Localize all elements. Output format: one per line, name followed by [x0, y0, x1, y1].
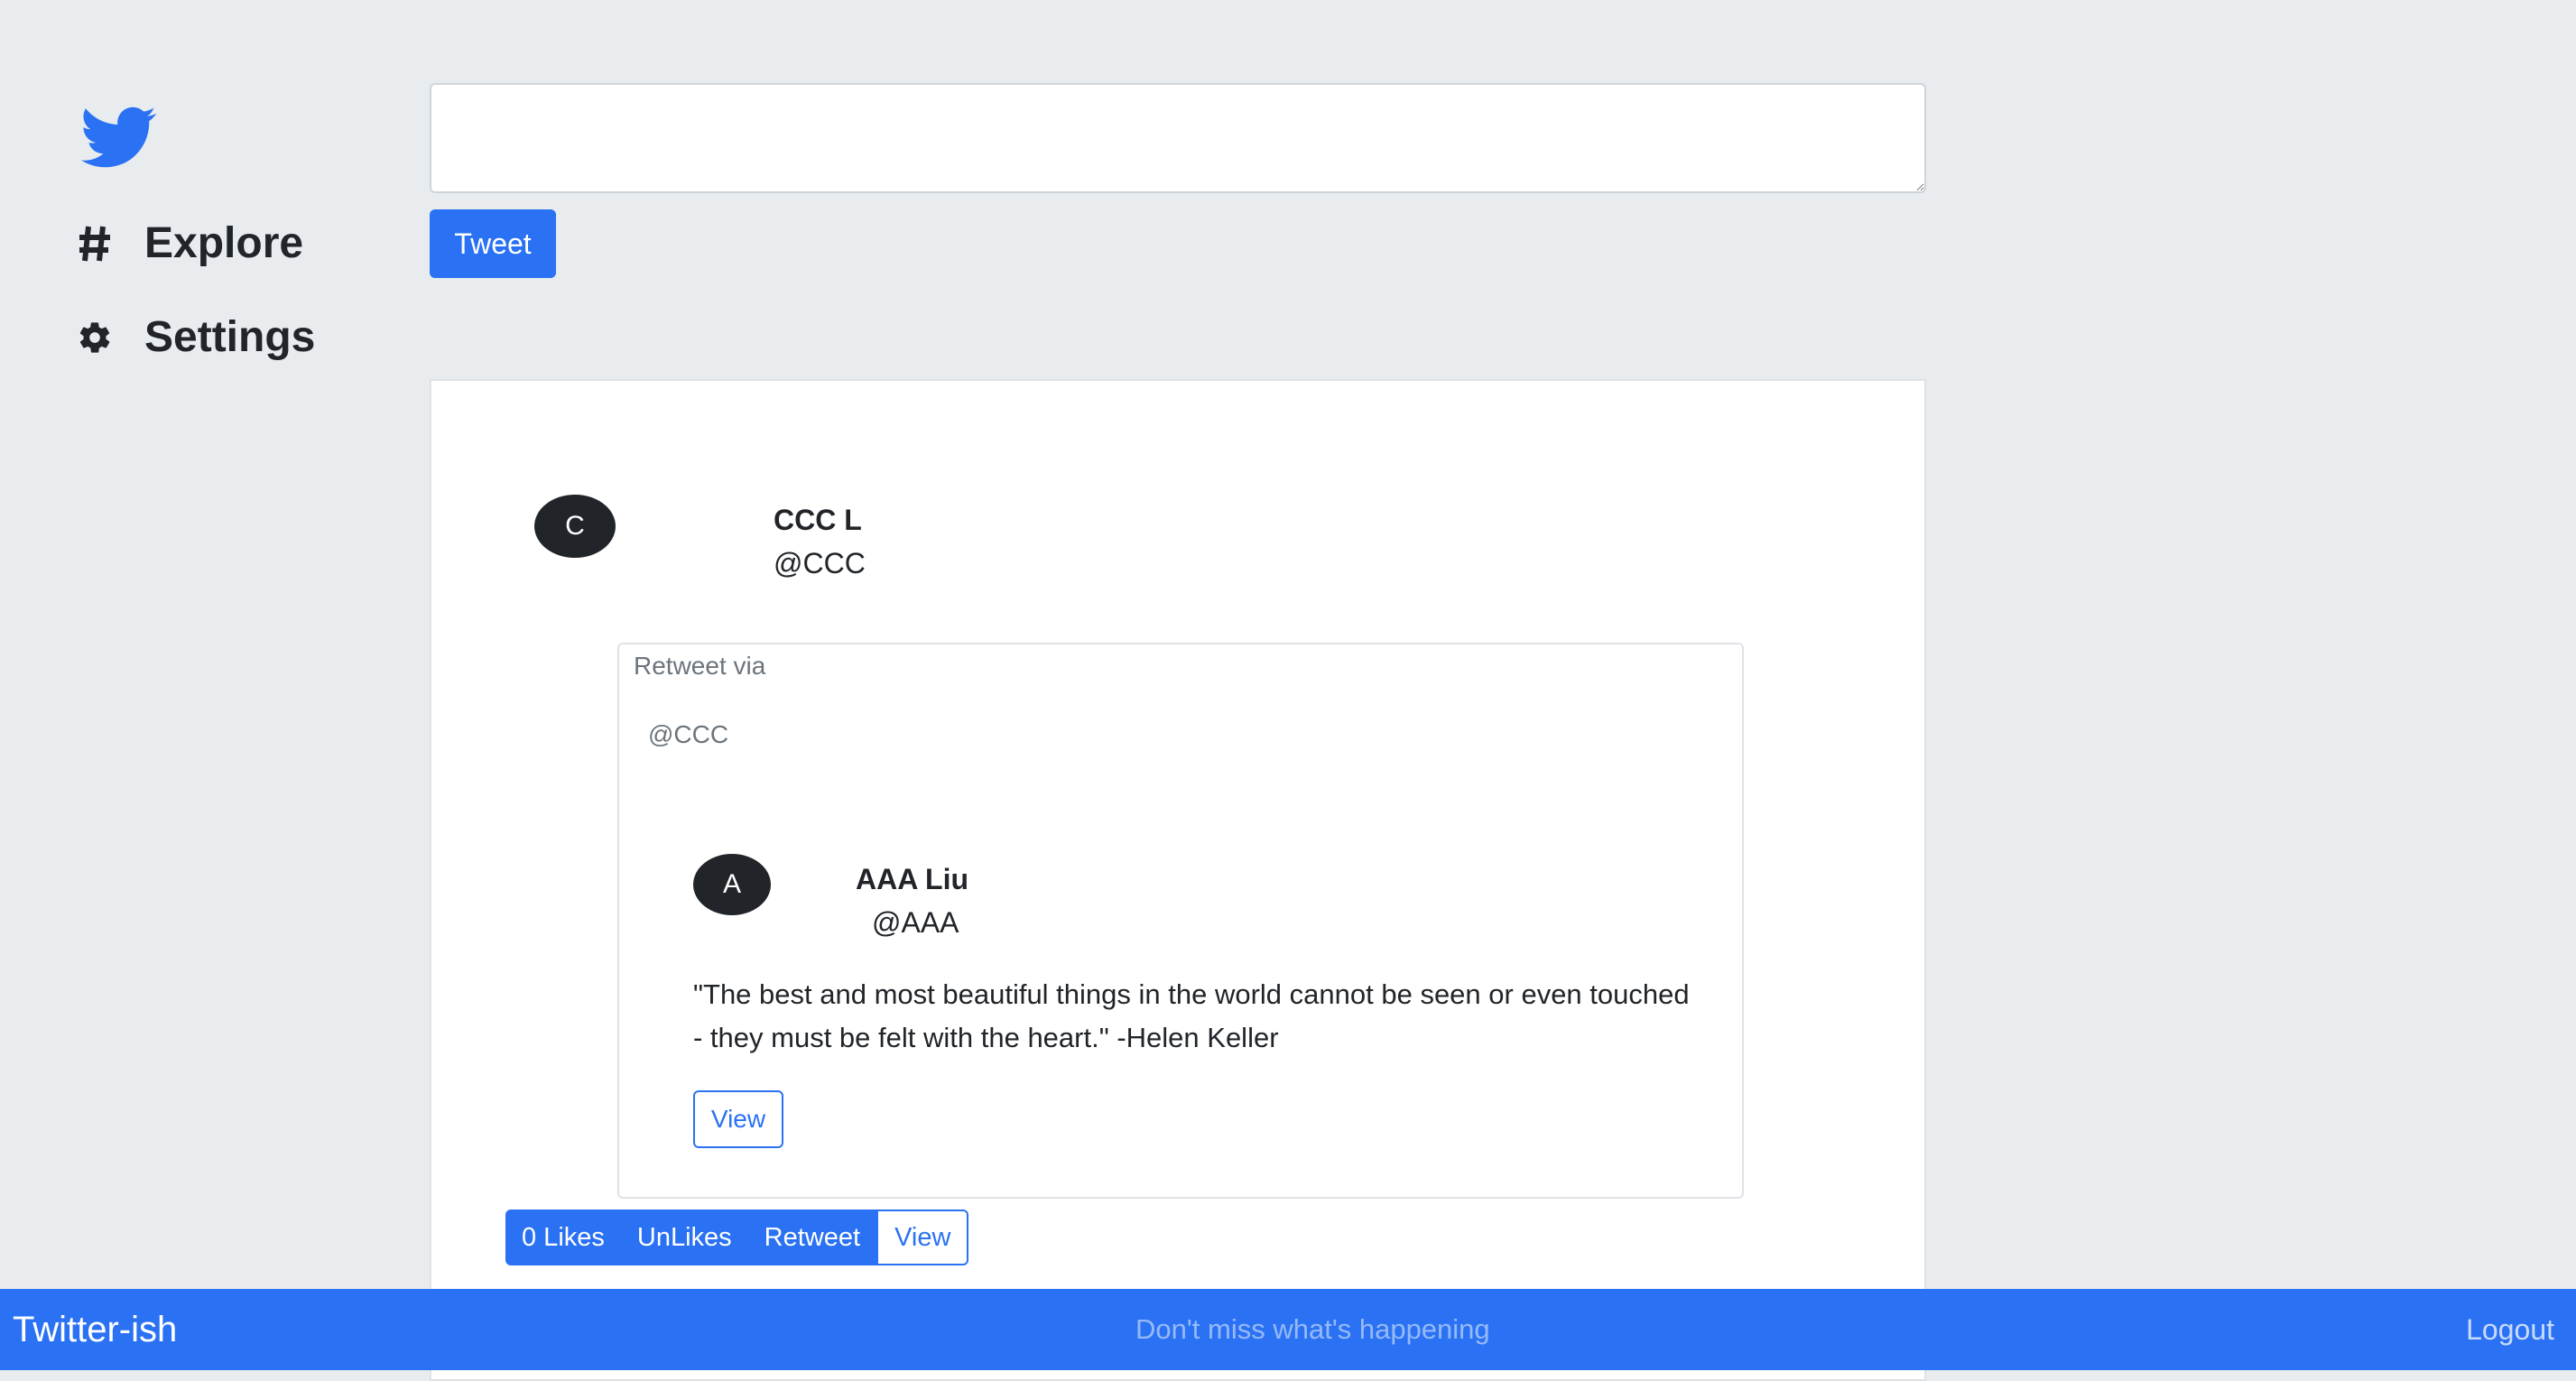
twitter-bird-icon	[81, 107, 157, 168]
sidebar-item-label: Explore	[144, 219, 304, 267]
tweet-actions: 0 Likes UnLikes Retweet View	[505, 1210, 969, 1265]
view-button[interactable]: View	[876, 1210, 969, 1265]
sidebar-item-settings[interactable]: Settings	[76, 312, 315, 362]
twitter-logo-icon[interactable]	[76, 99, 162, 175]
gear-icon	[76, 319, 114, 357]
logout-link[interactable]: Logout	[2466, 1313, 2563, 1347]
tweet-composer-input[interactable]	[430, 83, 1926, 193]
original-user-name: AAA Liu	[856, 863, 969, 895]
tweet-card: C CCC L @CCC Retweet via @CCC A AAA Liu …	[430, 379, 1926, 1381]
user-name: CCC L	[774, 504, 862, 536]
tweet-button[interactable]: Tweet	[430, 209, 556, 278]
original-user-handle: @AAA	[872, 906, 959, 939]
avatar[interactable]: C	[534, 495, 616, 558]
retweet-box: Retweet via @CCC A AAA Liu @AAA "The bes…	[617, 643, 1744, 1199]
retweet-via-handle: @CCC	[648, 720, 729, 748]
retweet-button[interactable]: Retweet	[747, 1210, 877, 1265]
brand-link[interactable]: Twitter-ish	[13, 1310, 177, 1350]
bottom-navbar: Twitter-ish Don't miss what's happening …	[0, 1289, 2576, 1370]
user-handle: @CCC	[774, 547, 866, 579]
hash-icon	[76, 225, 114, 263]
likes-button[interactable]: 0 Likes	[505, 1210, 621, 1265]
tagline: Don't miss what's happening	[1135, 1313, 1490, 1345]
tweet-text: "The best and most beautiful things in t…	[693, 978, 1690, 1053]
unlike-button[interactable]: UnLikes	[620, 1210, 748, 1265]
sidebar-item-explore[interactable]: Explore	[76, 218, 303, 268]
retweet-label: Retweet via	[634, 652, 766, 680]
avatar[interactable]: A	[693, 854, 771, 915]
view-original-button[interactable]: View	[693, 1090, 783, 1148]
sidebar-item-label: Settings	[144, 313, 316, 361]
